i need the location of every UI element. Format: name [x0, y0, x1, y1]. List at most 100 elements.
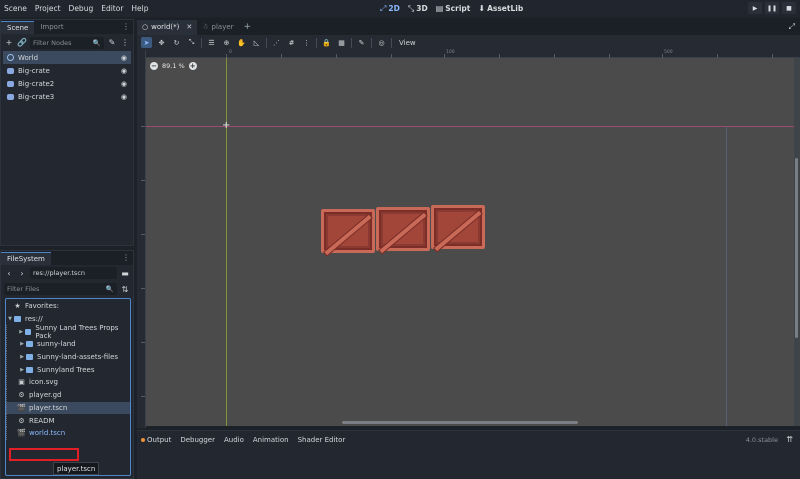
forward-icon[interactable]: › — [17, 268, 27, 278]
tab-scene[interactable]: Scene — [1, 21, 35, 34]
big-crate3-sprite[interactable] — [431, 205, 485, 249]
tab-filesystem[interactable]: FileSystem — [1, 252, 51, 265]
fs-file-player-tscn[interactable]: 🎬 player.tscn — [6, 401, 130, 415]
big-crate2-sprite[interactable] — [376, 207, 430, 251]
zoom-out-button[interactable]: − — [150, 62, 158, 70]
scene-tab-world[interactable]: ○ world(*) ✕ — [137, 19, 198, 35]
view-menu[interactable]: View — [396, 39, 419, 47]
lock-icon[interactable]: 🔒 — [321, 37, 332, 48]
fs-folder-sunnyland-trees[interactable]: ▶ Sunnyland Trees — [6, 363, 130, 377]
path-input[interactable]: res://player.tscn — [30, 267, 117, 279]
mode-2d-button[interactable]: ⤢ 2D — [380, 4, 400, 14]
fs-folder-sunny-land[interactable]: ▶ sunny-land — [6, 337, 130, 351]
fs-folder-sunny-land-assets-files[interactable]: ▶ Sunny-land-assets-files — [6, 350, 130, 364]
filter-nodes-input[interactable]: Filter Nodes 🔍 — [30, 36, 104, 49]
fs-file-player-gd[interactable]: ⚙ player.gd — [6, 388, 130, 402]
snap-options-icon[interactable]: ⋮ — [301, 37, 312, 48]
list-select-icon[interactable]: ☰ — [206, 37, 217, 48]
visibility-eye-icon[interactable]: ◉ — [121, 54, 127, 62]
expand-arrow-icon[interactable]: ▶ — [17, 329, 24, 335]
more-icon[interactable]: ⋮ — [120, 38, 130, 48]
expand-arrow-icon[interactable]: ▶ — [18, 341, 26, 347]
pivot-icon[interactable]: ⊕ — [221, 37, 232, 48]
canvas-viewport[interactable]: + − 89.1 % + — [146, 58, 794, 426]
menu-bar: Scene Project Debug Editor Help ⤢ 2D ⤡ 3D … — [0, 0, 800, 17]
horizontal-ruler: 0 100 500 — [146, 50, 800, 58]
move-tool-icon[interactable]: ✥ — [156, 37, 167, 48]
camera-icon[interactable]: ◎ — [376, 37, 387, 48]
mode-assetlib-button[interactable]: ⬇ AssetLib — [478, 4, 523, 13]
visibility-eye-icon[interactable]: ◉ — [121, 67, 127, 75]
rotate-tool-icon[interactable]: ↻ — [171, 37, 182, 48]
mode-script-button[interactable]: ▤ Script — [436, 4, 471, 13]
highlight-box — [9, 448, 79, 461]
distraction-free-icon[interactable]: ⤢ — [789, 22, 795, 32]
sprite-icon — [7, 93, 14, 100]
bone-icon[interactable]: ✎ — [356, 37, 367, 48]
expand-arrow-icon[interactable]: ▶ — [18, 367, 26, 373]
menu-help[interactable]: Help — [127, 4, 152, 13]
scene-tab-player[interactable]: ☃ player — [197, 20, 238, 35]
menu-debug[interactable]: Debug — [65, 4, 98, 13]
link-icon[interactable]: 🔗 — [17, 38, 27, 48]
add-scene-tab-button[interactable]: + — [239, 22, 257, 32]
visibility-eye-icon[interactable]: ◉ — [121, 93, 127, 101]
tab-output[interactable]: Output — [141, 436, 171, 444]
sort-icon[interactable]: ⇅ — [120, 284, 130, 294]
play-controls: ▶ ❚❚ ■ — [748, 2, 796, 14]
tree-node-big-crate[interactable]: Big-crate ◉ — [3, 64, 131, 77]
scene-dock-tabs: Scene Import ⋮ — [1, 20, 133, 34]
fs-favorites[interactable]: ★ Favorites: — [6, 300, 130, 313]
back-icon[interactable]: ‹ — [4, 268, 14, 278]
tree-node-big-crate2[interactable]: Big-crate2 ◉ — [3, 77, 131, 90]
tab-audio[interactable]: Audio — [224, 436, 244, 444]
fs-file-icon-svg[interactable]: ▣ icon.svg — [6, 375, 130, 389]
attach-script-icon[interactable]: ✎ — [107, 38, 117, 48]
zoom-level[interactable]: 89.1 % — [162, 62, 185, 70]
horizontal-scrollbar[interactable] — [146, 420, 794, 426]
close-icon[interactable]: ✕ — [186, 23, 192, 31]
ruler-tool-icon[interactable]: ◺ — [251, 37, 262, 48]
origin-crosshair-icon: + — [222, 120, 231, 131]
pause-icon: ❚❚ — [766, 4, 778, 12]
filter-files-input[interactable]: Filter Files 🔍 — [4, 283, 117, 295]
canvas-toolbar: ➤ ✥ ↻ ⤡ ☰ ⊕ ✋ ◺ ⋰ # ⋮ 🔒 ▦ ✎ ◎ View — [137, 35, 800, 50]
menu-project[interactable]: Project — [31, 4, 65, 13]
dock-menu-icon[interactable]: ⋮ — [122, 22, 130, 31]
tab-import[interactable]: Import — [34, 21, 69, 34]
expand-panel-icon[interactable]: ⇈ — [786, 435, 793, 444]
tree-node-world[interactable]: World ◉ — [3, 51, 131, 64]
assetlib-icon: ⬇ — [478, 4, 486, 13]
stop-button[interactable]: ■ — [782, 2, 796, 14]
tab-animation[interactable]: Animation — [253, 436, 289, 444]
expand-arrow-icon[interactable]: ▶ — [18, 354, 26, 360]
menu-scene[interactable]: Scene — [0, 4, 31, 13]
split-view-icon[interactable]: ▬ — [120, 268, 130, 278]
scale-tool-icon[interactable]: ⤡ — [186, 37, 197, 48]
search-icon: 🔍 — [105, 285, 114, 293]
big-crate-sprite[interactable] — [321, 209, 375, 253]
vertical-ruler — [137, 50, 146, 428]
pan-tool-icon[interactable]: ✋ — [236, 37, 247, 48]
smart-snap-icon[interactable]: ⋰ — [271, 37, 282, 48]
pause-button[interactable]: ❚❚ — [765, 2, 779, 14]
menu-editor[interactable]: Editor — [97, 4, 127, 13]
dock-menu-icon[interactable]: ⋮ — [122, 253, 130, 262]
tree-node-big-crate3[interactable]: Big-crate3 ◉ — [3, 90, 131, 103]
group-icon[interactable]: ▦ — [336, 37, 347, 48]
fs-folder-sunny-land-trees-props-pack[interactable]: ▶ Sunny Land Trees Props Pack — [6, 324, 130, 340]
add-node-icon[interactable]: + — [4, 38, 14, 48]
tab-debugger[interactable]: Debugger — [180, 436, 215, 444]
gear-icon: ⚙ — [18, 391, 25, 400]
vertical-scrollbar[interactable] — [794, 58, 800, 426]
select-tool-icon[interactable]: ➤ — [141, 37, 152, 48]
play-button[interactable]: ▶ — [748, 2, 762, 14]
zoom-in-button[interactable]: + — [188, 62, 197, 70]
fs-file-readme[interactable]: ⚙ READM — [6, 414, 130, 428]
fs-file-world-tscn[interactable]: 🎬 world.tscn — [6, 426, 130, 440]
mode-3d-button[interactable]: ⤡ 3D — [408, 4, 428, 14]
visibility-eye-icon[interactable]: ◉ — [121, 80, 127, 88]
grid-snap-icon[interactable]: # — [286, 37, 297, 48]
collapse-arrow-icon[interactable]: ▼ — [6, 316, 14, 322]
tab-shader-editor[interactable]: Shader Editor — [298, 436, 346, 444]
